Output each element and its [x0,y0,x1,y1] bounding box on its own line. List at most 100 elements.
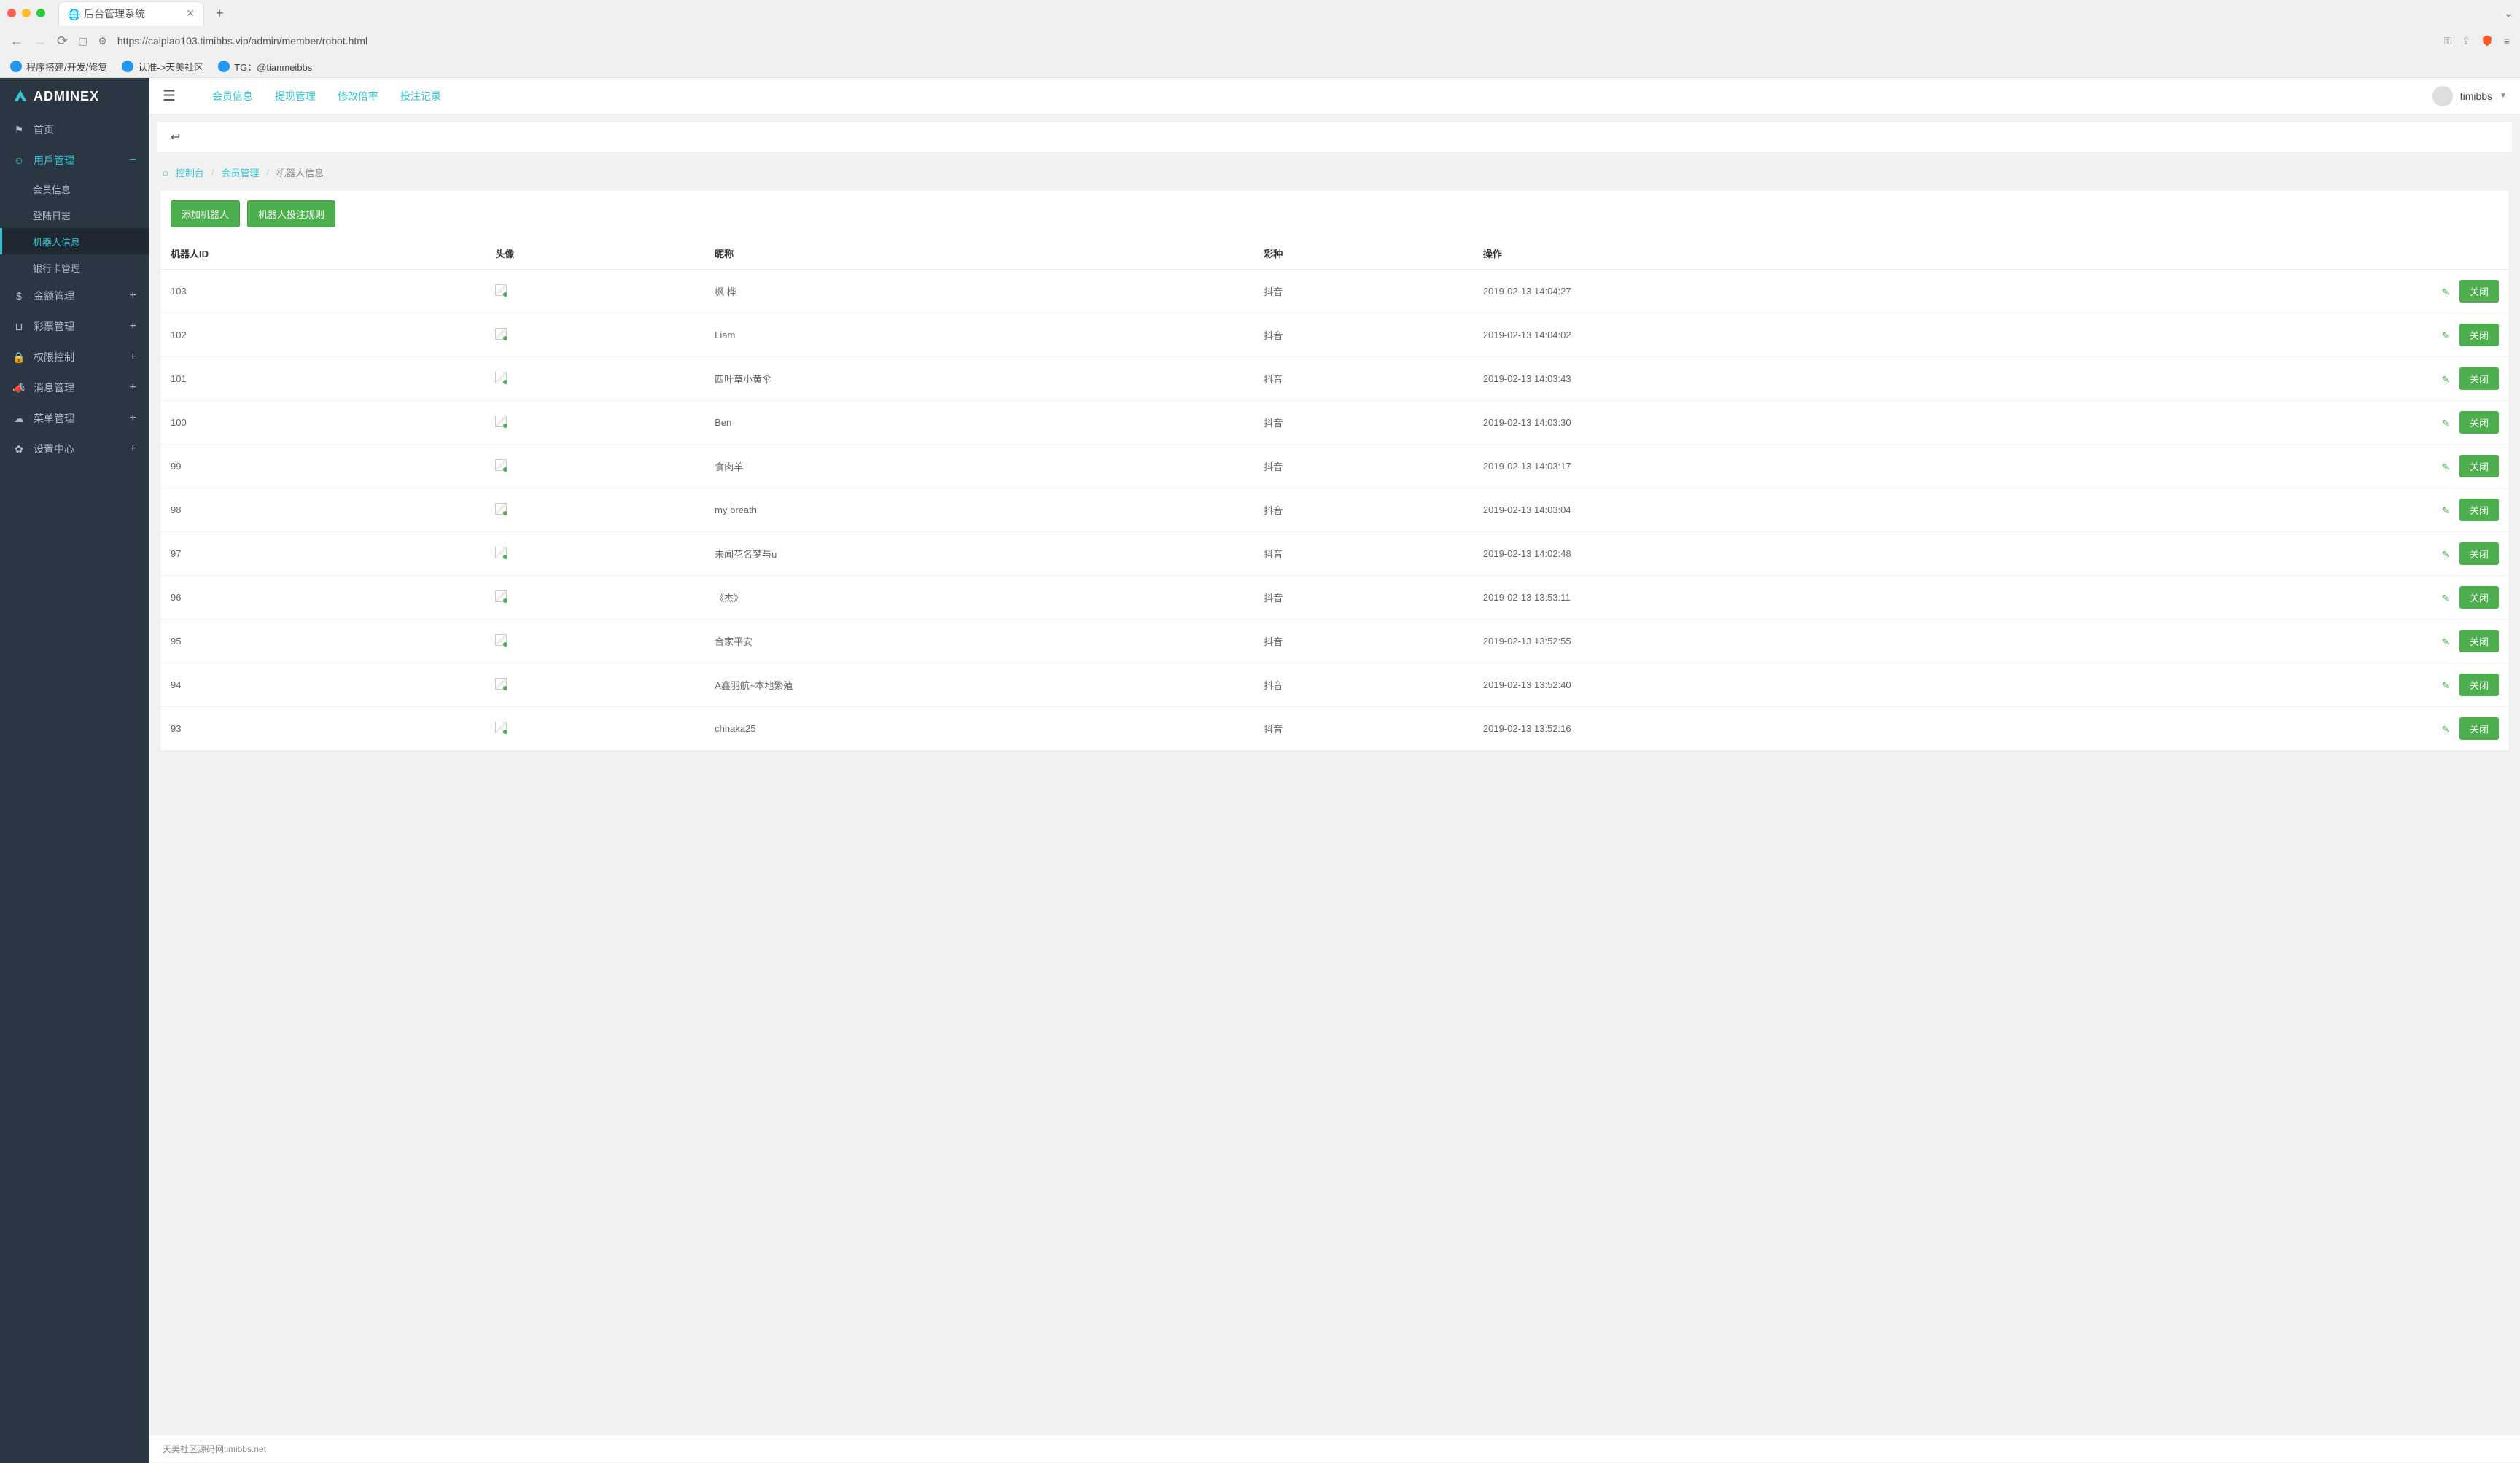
bookmark-item[interactable]: TG：@tianmeibbs [218,60,312,74]
back-icon[interactable]: ↩ [171,131,180,144]
sidebar-item-bankcard[interactable]: 银行卡管理 [0,254,149,281]
cloud-icon: ☁ [13,413,25,425]
sidebar-item-settings[interactable]: ✿ 设置中心 + [0,434,149,464]
share-icon[interactable]: ⇪ [2462,35,2470,47]
close-button[interactable]: 关闭 [2459,324,2499,346]
globe-icon: 🌐 [68,9,78,19]
sidebar-item-home[interactable]: ⚑ 首页 [0,114,149,145]
edit-icon[interactable]: ✎ [2441,330,2449,342]
robot-bet-rules-button[interactable]: 机器人投注规则 [247,200,335,227]
forward-button[interactable]: → [34,34,47,49]
close-button[interactable]: 关闭 [2459,280,2499,303]
edit-icon[interactable]: ✎ [2441,680,2449,692]
flag-icon: ⚑ [13,124,25,136]
edit-icon[interactable]: ✎ [2441,461,2449,473]
sidebar-item-member-info[interactable]: 会员信息 [0,176,149,202]
robot-table: 机器人ID 头像 昵称 彩种 操作 103 枫 桦 抖音 2019-02-13 … [160,238,2509,751]
tab-withdraw-mgmt[interactable]: 提现管理 [275,89,316,104]
broken-image-icon [495,678,507,690]
bookmark-item[interactable]: 认准->天美社区 [122,60,203,74]
close-window[interactable] [7,9,16,17]
user-icon: ☺ [13,155,25,166]
cell-id: 98 [160,488,485,532]
menu-icon[interactable]: ≡ [2504,35,2510,47]
breadcrumb-parent[interactable]: 会员管理 [222,165,260,179]
sidebar-item-permission[interactable]: 🔒 权限控制 + [0,342,149,372]
broken-image-icon [495,328,507,340]
cell-nick: 四叶草小黄伞 [704,357,1253,401]
new-tab-button[interactable]: + [210,6,230,21]
cell-id: 99 [160,445,485,488]
close-button[interactable]: 关闭 [2459,674,2499,696]
cell-id: 93 [160,707,485,751]
table-row: 100 Ben 抖音 2019-02-13 14:03:30 ✎ 关闭 [160,401,2509,445]
expand-tabs-icon[interactable]: ⌄ [2504,7,2513,20]
close-button[interactable]: 关闭 [2459,411,2499,434]
cell-time: 2019-02-13 14:02:48 [1473,532,2077,576]
home-icon: ⌂ [163,167,168,178]
table-row: 95 合家平安 抖音 2019-02-13 13:52:55 ✎ 关闭 [160,620,2509,663]
edit-icon[interactable]: ✎ [2441,724,2449,736]
sidebar-item-lottery-mgmt[interactable]: ⊔ 彩票管理 + [0,311,149,342]
back-bar: ↩ [157,122,2513,152]
cell-time: 2019-02-13 13:53:11 [1473,576,2077,620]
logo[interactable]: ADMINEX [0,78,149,114]
tab-bet-record[interactable]: 投注记录 [400,89,441,104]
logo-text: ADMINEX [34,89,99,104]
sidebar-item-message-mgmt[interactable]: 📣 消息管理 + [0,372,149,403]
tab-member-info[interactable]: 会员信息 [212,89,253,104]
cell-id: 95 [160,620,485,663]
edit-icon[interactable]: ✎ [2441,505,2449,517]
close-tab-icon[interactable]: ✕ [186,7,195,20]
close-button[interactable]: 关闭 [2459,367,2499,390]
cell-avatar [485,357,704,401]
tab-modify-rate[interactable]: 修改倍率 [338,89,378,104]
close-button[interactable]: 关闭 [2459,499,2499,521]
expand-icon: + [130,412,136,425]
breadcrumb-home[interactable]: 控制台 [176,165,204,179]
sidebar-item-login-log[interactable]: 登陆日志 [0,202,149,228]
footer: 天美社区源码网timibbs.net [149,1435,2520,1462]
cell-nick: 食肉羊 [704,445,1253,488]
reload-button[interactable]: ⟳ [57,34,68,49]
nav-bar: ← → ⟳ ▢ ⚙ https://caipiao103.timibbs.vip… [0,26,2520,55]
window-controls [7,9,45,17]
user-menu[interactable]: timibbs ▼ [2432,86,2507,106]
key-icon[interactable]: ⚿ [2443,35,2451,47]
sidebar-item-user-mgmt[interactable]: ☺ 用戶管理 − [0,145,149,176]
close-button[interactable]: 关闭 [2459,630,2499,652]
url-bar[interactable]: https://caipiao103.timibbs.vip/admin/mem… [117,35,2434,47]
close-button[interactable]: 关闭 [2459,717,2499,740]
site-info-icon[interactable]: ⚙ [98,35,107,47]
minimize-window[interactable] [22,9,31,17]
back-button[interactable]: ← [10,34,23,49]
cell-nick: Ben [704,401,1253,445]
bookmark-favicon [122,61,133,72]
edit-icon[interactable]: ✎ [2441,549,2449,561]
table-row: 97 未闻花名梦与u 抖音 2019-02-13 14:02:48 ✎ 关闭 [160,532,2509,576]
add-robot-button[interactable]: 添加机器人 [171,200,240,227]
sidebar-item-menu-mgmt[interactable]: ☁ 菜单管理 + [0,403,149,434]
close-button[interactable]: 关闭 [2459,455,2499,477]
edit-icon[interactable]: ✎ [2441,418,2449,429]
browser-tab[interactable]: 🌐 后台管理系统 ✕ [58,1,204,26]
edit-icon[interactable]: ✎ [2441,636,2449,648]
edit-icon[interactable]: ✎ [2441,593,2449,604]
sidebar-item-robot-info[interactable]: 机器人信息 [0,228,149,254]
cell-time: 2019-02-13 14:04:02 [1473,313,2077,357]
brave-shield-icon[interactable] [2481,34,2494,47]
cell-time: 2019-02-13 14:04:27 [1473,270,2077,313]
bullhorn-icon: 📣 [13,382,25,394]
maximize-window[interactable] [36,9,45,17]
cell-time: 2019-02-13 14:03:17 [1473,445,2077,488]
edit-icon[interactable]: ✎ [2441,374,2449,386]
edit-icon[interactable]: ✎ [2441,286,2449,298]
bookmark-icon[interactable]: ▢ [78,35,88,47]
close-button[interactable]: 关闭 [2459,586,2499,609]
cell-avatar [485,532,704,576]
hamburger-icon[interactable]: ☰ [163,87,176,105]
cell-nick: 合家平安 [704,620,1253,663]
sidebar-item-money-mgmt[interactable]: $ 金额管理 + [0,281,149,311]
close-button[interactable]: 关闭 [2459,542,2499,565]
bookmark-item[interactable]: 程序搭建/开发/修复 [10,60,107,74]
